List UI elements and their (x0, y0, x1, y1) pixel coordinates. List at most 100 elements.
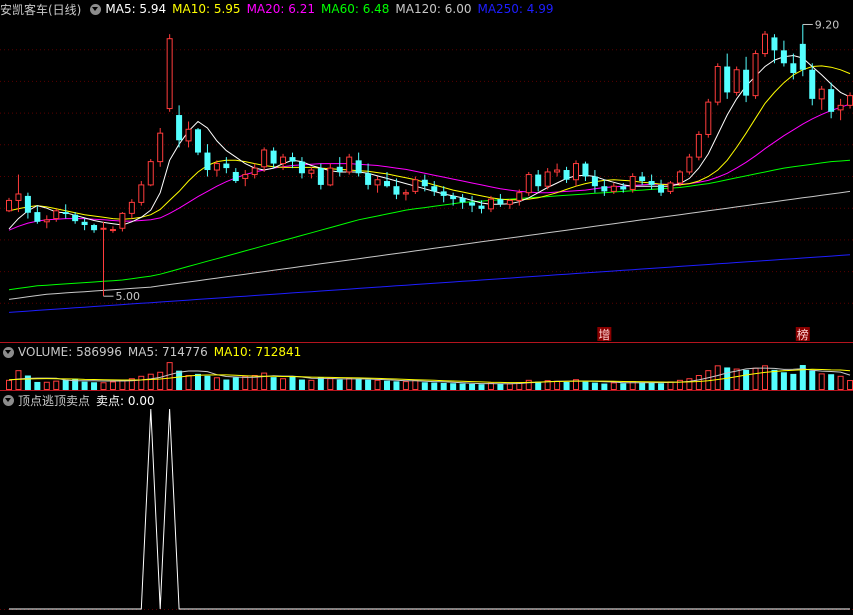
candle-body (336, 166, 343, 172)
candle (724, 53, 731, 99)
volume-bar (24, 375, 31, 390)
volume-bar (648, 382, 655, 390)
candle-body (487, 198, 494, 210)
candle-body (232, 171, 239, 182)
candle-body (365, 173, 372, 185)
volume-bar (34, 381, 41, 390)
candle-body (43, 219, 50, 223)
volume-bar (223, 379, 230, 390)
volume-bar (346, 377, 353, 390)
volume-bar (185, 375, 192, 390)
volume-bar (639, 382, 646, 390)
candle-body (298, 161, 305, 174)
volume-bar (327, 378, 334, 390)
volume-bar (355, 379, 362, 390)
low-price-label: 5.00 (116, 290, 141, 303)
candle-body (242, 174, 249, 179)
candle-body (705, 101, 712, 135)
volume-bar (847, 380, 853, 390)
chevron-down-icon[interactable] (90, 3, 102, 15)
candle-body (648, 181, 655, 185)
candle-body (62, 212, 69, 215)
candle (421, 174, 428, 192)
volume-indicator-0: VOLUME: 586996 (18, 345, 122, 359)
candle-body (762, 33, 768, 55)
ma-indicator-list: MA5: 5.94 MA10: 5.95 MA20: 6.21 MA60: 6.48 M… (105, 2, 559, 16)
candle-body (620, 186, 627, 190)
candle (780, 40, 787, 67)
volume-bar (440, 382, 447, 390)
volume-bar (308, 379, 315, 390)
candle (469, 195, 476, 213)
candle (506, 199, 513, 209)
candle (544, 168, 551, 190)
volume-bar (393, 381, 400, 390)
candlestick-chart[interactable]: 9.20 5.00 增 榜 (0, 0, 853, 342)
candle-body (733, 69, 740, 93)
candle-body (138, 184, 145, 203)
candle (100, 221, 107, 297)
candle-body (223, 163, 230, 169)
candle (34, 205, 41, 224)
candle (195, 127, 201, 156)
candle-body (346, 156, 353, 173)
candle-body (629, 176, 636, 190)
volume-bar (714, 365, 721, 390)
volume-bar (204, 375, 211, 390)
candle-body (799, 43, 806, 70)
volume-bar (365, 379, 372, 390)
candle-body (724, 66, 731, 93)
candle-body (544, 171, 551, 187)
candle-body (213, 163, 220, 171)
candle (601, 179, 608, 196)
volume-bar (289, 376, 296, 390)
candle-body (497, 199, 504, 205)
candle-body (195, 129, 201, 153)
candle-body (327, 167, 334, 186)
signal-chart[interactable] (0, 391, 853, 615)
main-price-panel[interactable]: 安凯客车(日线) MA5: 5.94 MA10: 5.95 MA20: 6.21 MA… (0, 0, 853, 342)
candle-body (317, 168, 324, 185)
candle-body (610, 185, 617, 192)
candle-body (81, 221, 88, 226)
candle (185, 121, 192, 148)
candle (346, 153, 353, 175)
volume-bar (733, 368, 740, 390)
candle (535, 170, 542, 192)
volume-bar (176, 370, 183, 390)
candle-body (658, 184, 665, 193)
candle (431, 181, 438, 196)
candle (336, 157, 343, 177)
candle (157, 127, 164, 167)
volume-indicator-1: MA5: 714776 (127, 345, 208, 359)
candle-body (847, 95, 853, 106)
volume-panel-header: VOLUME: 586996 MA5: 714776 MA10: 712841 (0, 343, 313, 361)
volume-bar (15, 370, 22, 390)
volume-bar (109, 381, 116, 390)
signal-panel[interactable]: 顶点逃顶卖点 卖点: 0.00 (0, 391, 853, 615)
candle-body (563, 170, 570, 180)
candle-body (119, 212, 126, 229)
candle (147, 159, 154, 187)
candle-body (459, 197, 466, 203)
candle (667, 181, 674, 194)
volume-bar (62, 380, 69, 390)
volume-bar (280, 378, 287, 390)
chevron-down-icon[interactable] (3, 346, 14, 358)
chevron-down-icon[interactable] (3, 394, 14, 406)
volume-bar (809, 370, 816, 390)
volume-bar (270, 377, 277, 390)
candle-body (157, 132, 164, 163)
candle (799, 24, 806, 77)
ma-indicator-2: MA20: 6.21 (246, 2, 315, 16)
candle (138, 181, 145, 206)
volume-bar (100, 382, 107, 390)
main-panel-header: 安凯客车(日线) MA5: 5.94 MA10: 5.95 MA20: 6.21 MA… (0, 0, 566, 18)
high-price-label: 9.20 (815, 18, 840, 31)
volume-panel[interactable]: VOLUME: 586996 MA5: 714776 MA10: 712841 (0, 343, 853, 390)
candle-body (667, 182, 674, 192)
volume-bar (138, 375, 145, 390)
volume-bar (402, 381, 409, 390)
candle-body (525, 174, 532, 194)
candle-body (601, 186, 608, 192)
